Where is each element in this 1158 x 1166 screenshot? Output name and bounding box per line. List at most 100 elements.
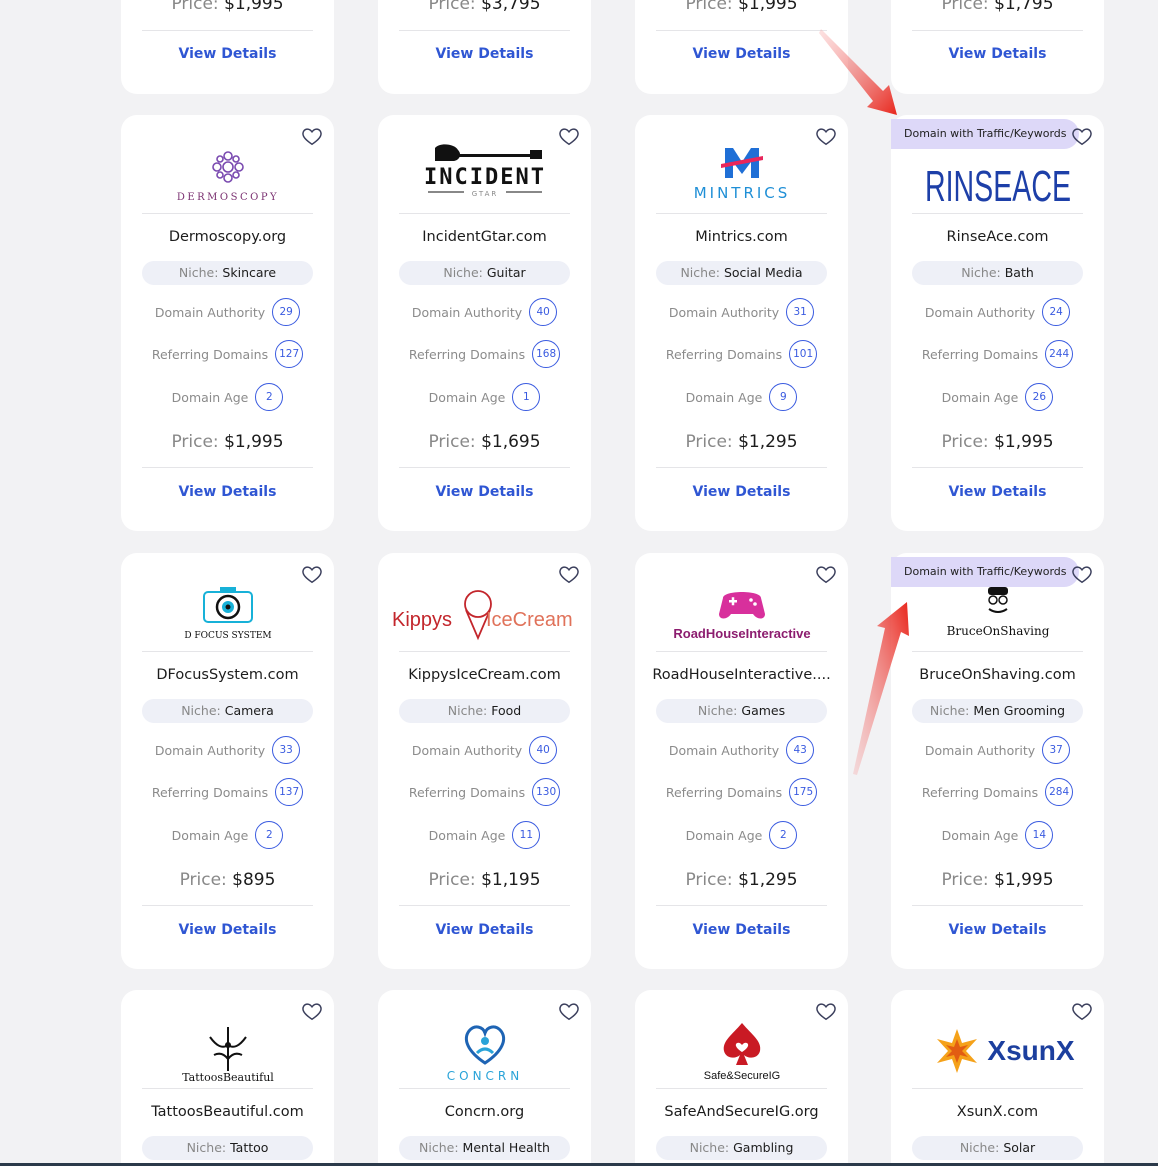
domain-name[interactable]: RinseAce.com [899, 229, 1096, 245]
listing-card: Price: $1,995 View Details [635, 0, 848, 94]
price: Price: $1,695 [428, 432, 541, 452]
price: Price: $1,995 [171, 432, 284, 452]
listing-card-dermoscopy: DERMOSCOPY Dermoscopy.org Niche: Skincar… [121, 115, 334, 531]
domain-authority: Domain Authority 43 [635, 736, 848, 764]
price: Price: $1,995 [685, 0, 798, 14]
domain-authority: Domain Authority 37 [891, 736, 1104, 764]
domain-name[interactable]: KippysIceCream.com [386, 667, 583, 683]
domain-age: Domain Age 2 [635, 821, 848, 849]
divider [399, 905, 570, 906]
domain-name[interactable]: DFocusSystem.com [129, 667, 326, 683]
domain-age-value: 11 [512, 821, 541, 849]
listing-card-dfocussystem: D FOCUS SYSTEM DFocusSystem.com Niche: C… [121, 553, 334, 969]
domain-age-value: 2 [255, 383, 284, 411]
domain-logo: BruceOnShaving [911, 585, 1084, 645]
niche-pill: Niche: Mental Health [399, 1136, 570, 1160]
domain-name[interactable]: TattoosBeautiful.com [129, 1104, 326, 1120]
view-details-link[interactable]: View Details [891, 922, 1104, 938]
view-details-link[interactable]: View Details [635, 484, 848, 500]
domain-logo: TattoosBeautiful [141, 1012, 314, 1088]
domain-authority-value: 24 [1042, 298, 1071, 326]
domain-logo: Kippys IceCream [388, 575, 581, 651]
referring-domains: Referring Domains 284 [891, 778, 1104, 806]
domain-age-value: 14 [1025, 821, 1054, 849]
niche-pill: Niche: Games [656, 699, 827, 723]
view-details-link[interactable]: View Details [891, 46, 1104, 62]
domain-name[interactable]: Dermoscopy.org [129, 229, 326, 245]
niche-pill: Niche: Tattoo [142, 1136, 313, 1160]
listing-card-concrn: CONCRN Concrn.org Niche: Mental Health [378, 990, 591, 1166]
domain-age: Domain Age 26 [891, 383, 1104, 411]
view-details-link[interactable]: View Details [635, 46, 848, 62]
listing-card: Price: $1,795 View Details [891, 0, 1104, 94]
domain-logo: XsunX [911, 1012, 1084, 1088]
listing-card-kippysicecream: Kippys IceCream KippysIceCream.com Niche… [378, 553, 591, 969]
referring-domains-value: 244 [1045, 340, 1074, 368]
divider [142, 651, 313, 652]
divider [142, 30, 313, 31]
divider [656, 467, 827, 468]
domain-authority: Domain Authority 40 [378, 736, 591, 764]
domain-authority-value: 29 [272, 298, 301, 326]
svg-text:GTAR: GTAR [471, 190, 498, 198]
domain-age-value: 26 [1025, 383, 1054, 411]
domain-logo: D FOCUS SYSTEM [141, 575, 314, 651]
referring-domains-value: 175 [789, 778, 818, 806]
niche-pill: Niche: Camera [142, 699, 313, 723]
divider [142, 905, 313, 906]
divider [912, 1088, 1083, 1089]
heart-icon[interactable] [1071, 563, 1093, 585]
domain-name[interactable]: BruceOnShaving.com [899, 667, 1096, 683]
divider [399, 1088, 570, 1089]
domain-age: Domain Age 9 [635, 383, 848, 411]
referring-domains: Referring Domains 137 [121, 778, 334, 806]
divider [656, 905, 827, 906]
referring-domains-value: 168 [532, 340, 561, 368]
view-details-link[interactable]: View Details [121, 922, 334, 938]
price: Price: $1,995 [171, 0, 284, 14]
niche-pill: Niche: Food [399, 699, 570, 723]
domain-name[interactable]: SafeAndSecureIG.org [643, 1104, 840, 1120]
price: Price: $1,295 [685, 432, 798, 452]
svg-text:BruceOnShaving: BruceOnShaving [946, 624, 1049, 638]
divider [656, 30, 827, 31]
domain-authority: Domain Authority 40 [378, 298, 591, 326]
domain-logo: DERMOSCOPY [141, 137, 314, 213]
svg-text:Safe&SecureIG: Safe&SecureIG [703, 1070, 779, 1082]
listing-card-roadhouseinteractive: RoadHouseInteractive RoadHouseInteractiv… [635, 553, 848, 969]
svg-text:TattoosBeautiful: TattoosBeautiful [182, 1071, 274, 1084]
price: Price: $895 [179, 870, 276, 890]
niche-pill: Niche: Gambling [656, 1136, 827, 1160]
domain-age-value: 2 [255, 821, 284, 849]
domain-authority: Domain Authority 33 [121, 736, 334, 764]
divider [399, 213, 570, 214]
domain-name[interactable]: Mintrics.com [643, 229, 840, 245]
domain-age-value: 9 [769, 383, 798, 411]
view-details-link[interactable]: View Details [635, 922, 848, 938]
niche-pill: Niche: Solar [912, 1136, 1083, 1160]
listing-card-bruceonshaving: Domain with Traffic/Keywords BruceOnShav… [891, 553, 1104, 969]
svg-text:INCIDENT: INCIDENT [424, 165, 546, 190]
view-details-link[interactable]: View Details [378, 922, 591, 938]
view-details-link[interactable]: View Details [891, 484, 1104, 500]
divider [142, 1088, 313, 1089]
view-details-link[interactable]: View Details [378, 46, 591, 62]
domain-name[interactable]: XsunX.com [899, 1104, 1096, 1120]
domain-name[interactable]: RoadHouseInteractive.... [643, 667, 840, 683]
referring-domains: Referring Domains 101 [635, 340, 848, 368]
view-details-link[interactable]: View Details [121, 46, 334, 62]
divider [656, 213, 827, 214]
domain-name[interactable]: Concrn.org [386, 1104, 583, 1120]
domain-name[interactable]: IncidentGtar.com [386, 229, 583, 245]
referring-domains-value: 101 [789, 340, 818, 368]
divider [142, 213, 313, 214]
domain-age: Domain Age 11 [378, 821, 591, 849]
svg-text:Kippys: Kippys [392, 609, 452, 631]
heart-icon[interactable] [1071, 125, 1093, 147]
divider [142, 467, 313, 468]
divider [912, 30, 1083, 31]
domain-authority-value: 40 [529, 736, 558, 764]
view-details-link[interactable]: View Details [378, 484, 591, 500]
domain-age-value: 1 [512, 383, 541, 411]
view-details-link[interactable]: View Details [121, 484, 334, 500]
